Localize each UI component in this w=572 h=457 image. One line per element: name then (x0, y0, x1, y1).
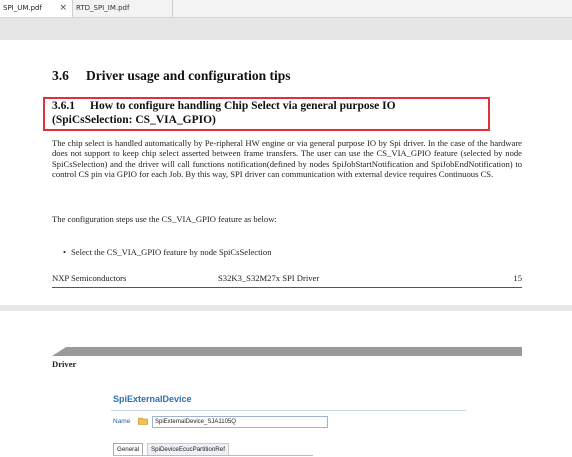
pdf-page-1: 3.6 Driver usage and configuration tips 3… (0, 40, 572, 305)
subsection-title-line2: (SpiCsSelection: CS_VIA_GPIO) (52, 114, 216, 126)
page-footer: NXP Semiconductors S32K3_S32M27x SPI Dri… (52, 273, 522, 288)
page-header-label: Driver (52, 359, 77, 369)
section-number: 3.6 (52, 68, 69, 83)
section-heading: 3.6 Driver usage and configuration tips (52, 68, 291, 84)
close-icon[interactable]: × (59, 0, 67, 17)
page-header-bar (52, 347, 522, 356)
footer-company: NXP Semiconductors (52, 273, 127, 283)
config-title: SpiExternalDevice (113, 394, 192, 404)
tab-rtd-spi-im[interactable]: RTD_SPI_IM.pdf (73, 0, 173, 17)
footer-page-number: 15 (513, 273, 522, 283)
subsection-number: 3.6.1 (52, 100, 75, 112)
tab-label: SPI_UM.pdf (3, 4, 42, 12)
subsection-heading: 3.6.1 How to configure handling Chip Sele… (52, 99, 482, 127)
tab-spi-um[interactable]: SPI_UM.pdf × (0, 0, 73, 17)
folder-icon (138, 417, 148, 425)
body-paragraph-2: The configuration steps use the CS_VIA_G… (52, 214, 277, 224)
tab-label: RTD_SPI_IM.pdf (76, 4, 130, 12)
bullet-icon: • (63, 247, 67, 257)
subsection-title-line1: How to configure handling Chip Select vi… (90, 100, 396, 112)
tab-general[interactable]: General (113, 443, 144, 455)
name-label: Name (113, 418, 131, 425)
section-title: Driver usage and configuration tips (86, 68, 291, 83)
tab-spi-device-ecuc-partition-ref[interactable]: SpiDeviceEcucPartitionRef (147, 443, 229, 455)
config-screenshot-panel: SpiExternalDevice Name SpiExternalDevice… (111, 389, 466, 457)
bullet-text: Select the CS_VIA_GPIO feature by node S… (71, 247, 272, 257)
pdf-page-2: Driver SpiExternalDevice Name SpiExterna… (0, 311, 572, 457)
name-field[interactable]: SpiExternalDevice_SJA1105Q (152, 416, 328, 428)
body-paragraph-1: The chip select is handled automatically… (52, 138, 522, 179)
footer-doc-title: S32K3_S32M27x SPI Driver (218, 273, 320, 283)
config-divider (111, 410, 466, 411)
config-subtabs: General SpiDeviceEcucPartitionRef (113, 441, 313, 456)
bullet-item: • Select the CS_VIA_GPIO feature by node … (63, 247, 272, 257)
document-tab-bar: SPI_UM.pdf × RTD_SPI_IM.pdf (0, 0, 572, 18)
